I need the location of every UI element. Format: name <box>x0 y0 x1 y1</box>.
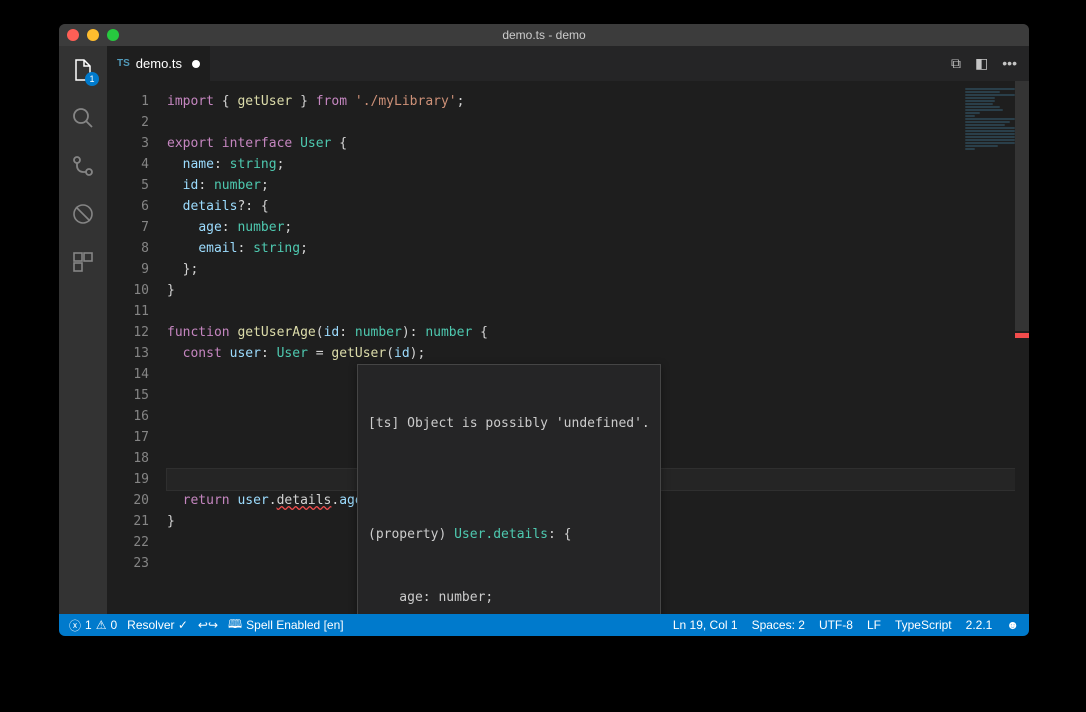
activity-bar: 1 <box>59 46 107 614</box>
more-actions-icon[interactable]: ••• <box>1002 55 1017 72</box>
line-number: 20 <box>107 490 149 511</box>
line-number: 8 <box>107 238 149 259</box>
status-feedback-icon[interactable]: ☻ <box>1006 618 1019 632</box>
line-number: 17 <box>107 427 149 448</box>
book-icon: 🕮 <box>228 615 242 636</box>
error-icon: ⓧ <box>69 617 81 634</box>
line-number: 6 <box>107 196 149 217</box>
code-line[interactable]: id: number; <box>167 175 1029 196</box>
line-number: 12 <box>107 322 149 343</box>
code-line[interactable]: name: string; <box>167 154 1029 175</box>
status-language[interactable]: TypeScript <box>895 618 952 632</box>
search-icon[interactable] <box>69 104 97 132</box>
minimize-window-button[interactable] <box>87 29 99 41</box>
scrollbar-thumb[interactable] <box>1015 81 1029 331</box>
warning-icon: ⚠ <box>96 618 107 632</box>
editor-group: TS demo.ts ⧉ ◧ ••• 123456789101112131415… <box>107 46 1029 614</box>
split-editor-icon[interactable]: ◧ <box>975 55 988 72</box>
tab-dirty-indicator <box>192 60 200 68</box>
line-number: 1 <box>107 91 149 112</box>
line-number: 18 <box>107 448 149 469</box>
close-window-button[interactable] <box>67 29 79 41</box>
explorer-icon[interactable]: 1 <box>69 56 97 84</box>
status-indentation[interactable]: Spaces: 2 <box>752 618 805 632</box>
status-spell[interactable]: 🕮Spell Enabled [en] <box>228 615 344 636</box>
status-sync[interactable]: ↩↪ <box>198 618 218 632</box>
line-number: 19 <box>107 469 149 490</box>
code-line[interactable] <box>167 301 1029 322</box>
extensions-icon[interactable] <box>69 248 97 276</box>
code-line[interactable]: }; <box>167 259 1029 280</box>
hover-body-line: age: number; <box>368 587 650 608</box>
line-number: 21 <box>107 511 149 532</box>
scrollbar-error-marker <box>1015 333 1029 338</box>
code-line[interactable]: const user: User = getUser(id); <box>167 343 1029 364</box>
hover-tooltip: [ts] Object is possibly 'undefined'. (pr… <box>357 364 661 614</box>
code-line[interactable]: export interface User { <box>167 133 1029 154</box>
tab-demo-ts[interactable]: TS demo.ts <box>107 46 210 81</box>
line-number: 10 <box>107 280 149 301</box>
minimap[interactable] <box>965 87 1015 151</box>
code-line[interactable]: email: string; <box>167 238 1029 259</box>
line-number: 13 <box>107 343 149 364</box>
debug-icon[interactable] <box>69 200 97 228</box>
status-encoding[interactable]: UTF-8 <box>819 618 853 632</box>
line-number: 9 <box>107 259 149 280</box>
status-cursor-position[interactable]: Ln 19, Col 1 <box>673 618 738 632</box>
status-version[interactable]: 2.2.1 <box>966 618 993 632</box>
line-number: 16 <box>107 406 149 427</box>
status-bar: ⓧ1 ⚠0 Resolver ✓ ↩↪ 🕮Spell Enabled [en] … <box>59 614 1029 636</box>
titlebar: demo.ts - demo <box>59 24 1029 46</box>
line-number: 11 <box>107 301 149 322</box>
code-line[interactable]: details?: { <box>167 196 1029 217</box>
status-resolver[interactable]: Resolver ✓ <box>127 618 188 632</box>
line-number-gutter: 1234567891011121314151617181920212223 <box>107 81 167 614</box>
line-number: 15 <box>107 385 149 406</box>
traffic-lights <box>67 29 119 41</box>
editor-window: demo.ts - demo 1 TS <box>59 24 1029 636</box>
tab-lang-badge: TS <box>117 58 130 69</box>
window-body: 1 TS demo.ts ⧉ <box>59 46 1029 614</box>
scm-icon[interactable] <box>69 152 97 180</box>
line-number: 4 <box>107 154 149 175</box>
tab-filename: demo.ts <box>136 56 182 71</box>
hover-error-text: [ts] Object is possibly 'undefined'. <box>368 413 650 434</box>
line-number: 23 <box>107 553 149 574</box>
zoom-window-button[interactable] <box>107 29 119 41</box>
line-number: 3 <box>107 133 149 154</box>
vertical-scrollbar[interactable] <box>1015 81 1029 614</box>
line-number: 7 <box>107 217 149 238</box>
line-number: 5 <box>107 175 149 196</box>
tab-actions: ⧉ ◧ ••• <box>951 55 1029 72</box>
compare-icon[interactable]: ⧉ <box>951 55 961 72</box>
hover-signature-line: (property) User.details: { <box>368 524 650 545</box>
code-line[interactable]: import { getUser } from './myLibrary'; <box>167 91 1029 112</box>
code-line[interactable]: function getUserAge(id: number): number … <box>167 322 1029 343</box>
line-number: 22 <box>107 532 149 553</box>
code-editor[interactable]: 1234567891011121314151617181920212223 im… <box>107 81 1029 614</box>
explorer-badge: 1 <box>85 72 99 86</box>
code-area[interactable]: import { getUser } from './myLibrary'; ex… <box>167 81 1029 614</box>
window-title: demo.ts - demo <box>502 28 585 42</box>
code-line[interactable]: age: number; <box>167 217 1029 238</box>
line-number: 2 <box>107 112 149 133</box>
code-line[interactable] <box>167 112 1029 133</box>
tab-bar: TS demo.ts ⧉ ◧ ••• <box>107 46 1029 81</box>
code-line[interactable]: } <box>167 280 1029 301</box>
line-number: 14 <box>107 364 149 385</box>
status-eol[interactable]: LF <box>867 618 881 632</box>
status-problems[interactable]: ⓧ1 ⚠0 <box>69 617 117 634</box>
